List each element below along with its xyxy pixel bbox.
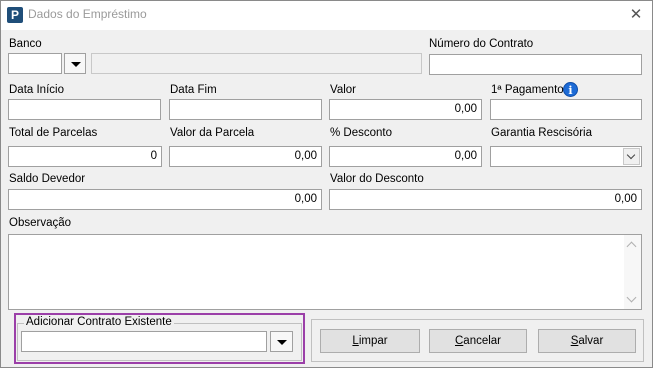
garantia-rescisoria-select[interactable] xyxy=(490,146,642,167)
valor-parcela-label: Valor da Parcela xyxy=(170,127,255,139)
adicionar-contrato-input[interactable] xyxy=(21,331,267,352)
observacao-label: Observação xyxy=(9,217,72,229)
data-fim-input[interactable] xyxy=(169,99,322,120)
saldo-devedor-input[interactable]: 0,00 xyxy=(8,189,322,210)
window-title: Dados do Empréstimo xyxy=(28,7,147,21)
primeiro-pagamento-input[interactable] xyxy=(490,99,642,120)
chevron-down-icon xyxy=(623,148,640,165)
adicionar-contrato-dropdown-button[interactable] xyxy=(270,331,293,352)
close-button[interactable]: ✕ xyxy=(626,5,646,25)
triangle-down-icon xyxy=(71,62,81,67)
total-parcelas-label: Total de Parcelas xyxy=(9,127,98,139)
app-logo-icon: P xyxy=(7,7,23,23)
valor-parcela-input[interactable]: 0,00 xyxy=(169,146,322,167)
desconto-pct-input[interactable]: 0,00 xyxy=(329,146,482,167)
data-inicio-label: Data Início xyxy=(9,84,64,96)
cancelar-label: ancelar xyxy=(463,335,502,347)
total-parcelas-input[interactable]: 0 xyxy=(8,146,162,167)
close-icon: ✕ xyxy=(629,6,643,23)
banco-dropdown-button[interactable] xyxy=(64,53,86,74)
primeiro-pagamento-label: 1ª Pagamento xyxy=(491,84,564,96)
info-icon[interactable]: i xyxy=(563,82,578,97)
banco-name-field xyxy=(91,53,422,74)
saldo-devedor-label: Saldo Devedor xyxy=(9,173,86,185)
triangle-down-icon xyxy=(277,340,287,345)
salvar-label: alvar xyxy=(578,335,604,347)
valor-desconto-input[interactable]: 0,00 xyxy=(329,189,642,210)
banco-code-input[interactable] xyxy=(8,53,62,74)
data-fim-label: Data Fim xyxy=(170,84,217,96)
numero-contrato-label: Número do Contrato xyxy=(429,38,534,50)
valor-label: Valor xyxy=(330,84,356,96)
data-inicio-input[interactable] xyxy=(8,99,161,120)
desconto-pct-label: % Desconto xyxy=(330,127,393,139)
banco-label: Banco xyxy=(9,38,42,50)
scroll-up-icon[interactable] xyxy=(626,241,637,252)
observacao-scrollbar[interactable] xyxy=(624,235,641,309)
observacao-textarea[interactable] xyxy=(8,234,642,310)
valor-input[interactable]: 0,00 xyxy=(329,99,482,120)
loan-details-dialog: P Dados do Empréstimo ✕ Banco Número do … xyxy=(0,0,653,368)
adicionar-contrato-legend: Adicionar Contrato Existente xyxy=(24,316,174,328)
limpar-button[interactable]: Limpar xyxy=(320,329,420,353)
scroll-down-icon[interactable] xyxy=(626,292,637,303)
valor-desconto-label: Valor do Desconto xyxy=(330,173,424,185)
cancelar-button[interactable]: Cancelar xyxy=(429,329,527,353)
numero-contrato-input[interactable] xyxy=(429,54,642,75)
salvar-button[interactable]: Salvar xyxy=(538,329,636,353)
limpar-label: impar xyxy=(358,335,388,347)
title-bar: P Dados do Empréstimo ✕ xyxy=(1,1,652,30)
garantia-rescisoria-label: Garantia Rescisória xyxy=(491,127,592,139)
